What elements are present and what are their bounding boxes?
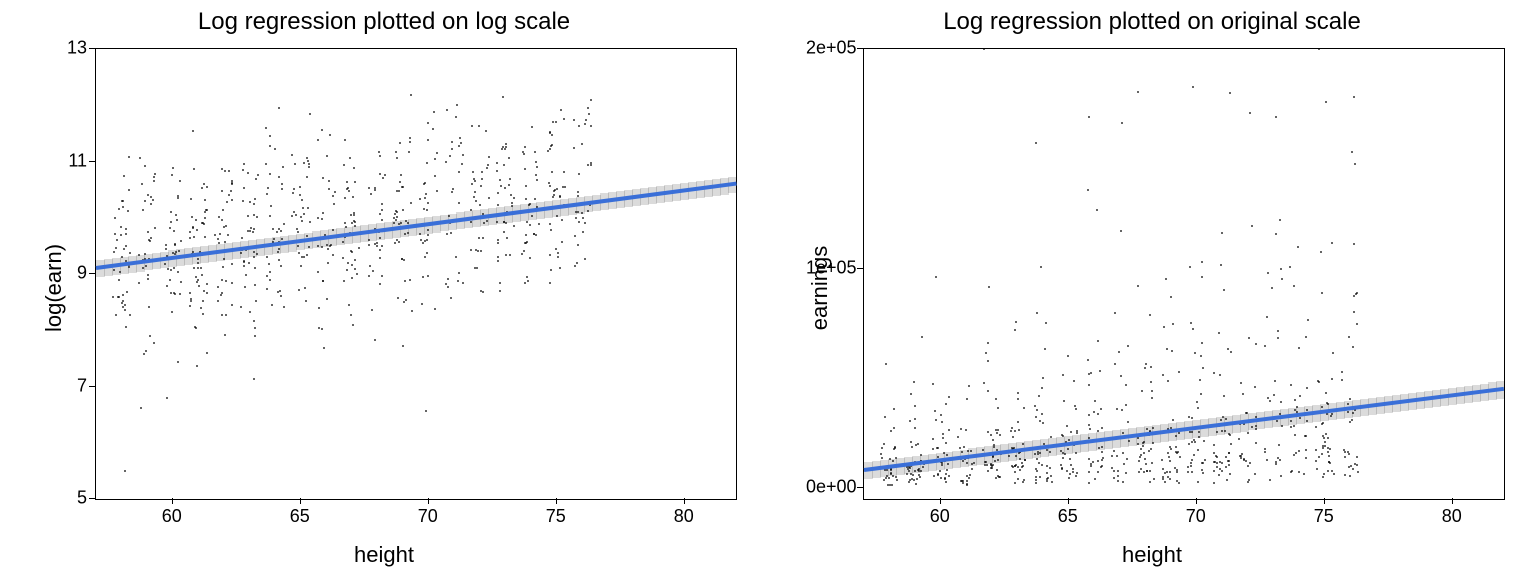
y-tick-label: 0e+00 [806, 477, 855, 498]
y-tick-label: 9 [74, 263, 87, 284]
left-plot-area [95, 48, 737, 500]
x-tick-label: 75 [546, 506, 566, 527]
right-title: Log regression plotted on original scale [768, 8, 1536, 36]
regression-line [96, 182, 737, 270]
y-tick-label: 11 [65, 150, 87, 171]
right-xlabel: height [768, 542, 1536, 568]
x-tick-label: 80 [1442, 506, 1462, 527]
y-tick-label: 5 [74, 488, 87, 509]
x-tick-label: 80 [674, 506, 694, 527]
panels-row: Log regression plotted on log scale log(… [0, 0, 1536, 576]
y-tick-label: 7 [74, 375, 87, 396]
left-xlabel: height [0, 542, 768, 568]
x-tick-label: 60 [930, 506, 950, 527]
x-tick-label: 70 [418, 506, 438, 527]
right-plot-area [863, 48, 1505, 500]
left-ylabel: log(earn) [41, 244, 67, 332]
x-tick-label: 70 [1186, 506, 1206, 527]
x-tick-label: 65 [1058, 506, 1078, 527]
y-tick-label: 1e+05 [806, 257, 855, 278]
y-tick-label: 13 [65, 38, 87, 59]
x-tick-label: 65 [290, 506, 310, 527]
regression-line [864, 387, 1504, 472]
left-panel: Log regression plotted on log scale log(… [0, 0, 768, 576]
y-tick-label: 2e+05 [806, 38, 855, 59]
x-tick-label: 60 [162, 506, 182, 527]
x-tick-label: 75 [1314, 506, 1334, 527]
left-title: Log regression plotted on log scale [0, 8, 768, 36]
right-panel: Log regression plotted on original scale… [768, 0, 1536, 576]
